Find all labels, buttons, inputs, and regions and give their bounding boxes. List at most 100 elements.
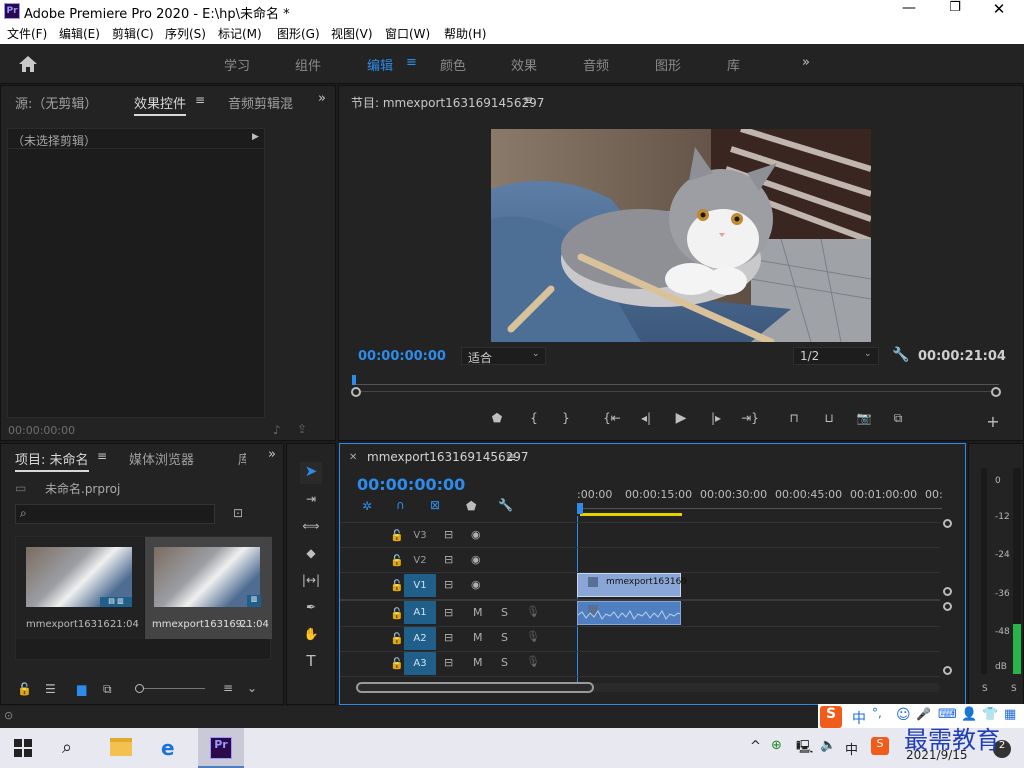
workspace-libraries[interactable]: 库: [727, 55, 740, 74]
menu-graphics[interactable]: 图形(G): [277, 25, 320, 42]
edge-browser-icon[interactable]: e: [161, 736, 175, 760]
panel-menu-icon[interactable]: ≡: [523, 93, 533, 107]
track-scroll-handle[interactable]: [943, 519, 952, 528]
menu-clip[interactable]: 剪辑(C): [112, 25, 154, 42]
program-scrubber[interactable]: [352, 375, 999, 385]
play-icon[interactable]: ▶: [670, 407, 692, 429]
program-timecode[interactable]: 00:00:00:00: [358, 349, 446, 364]
project-item-selected[interactable]: ▥ mmexport163169… 21:04: [145, 537, 272, 639]
track-select-tool-icon[interactable]: ⇥: [300, 488, 322, 510]
resolution-dropdown[interactable]: 1/2 ⌄: [793, 347, 879, 365]
eye-icon[interactable]: ◉: [471, 528, 481, 541]
pen-tool-icon[interactable]: ✒: [300, 596, 322, 618]
workspace-assembly[interactable]: 组件: [295, 55, 321, 74]
tab-menu-icon[interactable]: ≡: [97, 449, 107, 463]
export-icon[interactable]: ⇪: [297, 422, 307, 436]
lock-icon[interactable]: 🔓: [390, 579, 404, 592]
mark-out-icon[interactable]: }: [555, 407, 577, 429]
list-view-icon[interactable]: ☰: [45, 682, 56, 696]
restore-button[interactable]: ❐: [940, 0, 970, 22]
zoom-handle-right[interactable]: [991, 387, 1001, 397]
ime-voice[interactable]: 🎤: [916, 707, 931, 721]
home-icon[interactable]: [18, 55, 38, 73]
lock-icon[interactable]: 🔓: [17, 682, 32, 696]
workspace-learn[interactable]: 学习: [224, 55, 250, 74]
tab-project[interactable]: 项目: 未命名: [15, 449, 89, 472]
premiere-taskbar-button[interactable]: Pr: [198, 728, 244, 768]
lift-icon[interactable]: ⊓: [783, 407, 805, 429]
tab-media-browser[interactable]: 媒体浏览器: [129, 449, 194, 468]
add-marker-icon[interactable]: ⬟: [466, 499, 476, 513]
lock-icon[interactable]: 🔓: [390, 554, 404, 567]
file-explorer-icon[interactable]: [110, 738, 132, 756]
add-button-icon[interactable]: +: [982, 410, 1004, 432]
freeform-view-icon[interactable]: ⧉: [103, 682, 112, 697]
razor-tool-icon[interactable]: ◆: [300, 542, 322, 564]
track-a3[interactable]: A3: [404, 652, 436, 675]
workspace-editing[interactable]: 编辑: [367, 55, 393, 74]
microphone-icon[interactable]: 🎙: [526, 655, 540, 668]
workspace-more-button[interactable]: »: [802, 55, 810, 70]
solo-button[interactable]: S: [501, 606, 508, 619]
chevron-down-icon[interactable]: ⌄: [247, 681, 257, 695]
comparison-view-icon[interactable]: ⧉: [887, 407, 909, 429]
tray-green-icon[interactable]: ⊕: [771, 738, 782, 753]
mute-button[interactable]: M: [473, 606, 483, 619]
slip-tool-icon[interactable]: |↔|: [300, 569, 322, 591]
timeline-settings-icon[interactable]: 🔧: [498, 498, 513, 512]
audio-clip[interactable]: [577, 601, 681, 625]
tab-menu-icon[interactable]: ≡: [195, 93, 205, 107]
track-v1[interactable]: V1: [404, 574, 436, 597]
sync-lock-icon[interactable]: ⊟: [444, 528, 453, 541]
expand-arrow-icon[interactable]: ▶: [252, 132, 259, 142]
solo-button[interactable]: S: [501, 631, 508, 644]
workspace-graphics[interactable]: 图形: [655, 55, 681, 74]
sync-lock-icon[interactable]: ⊟: [444, 553, 453, 566]
mute-button[interactable]: M: [473, 631, 483, 644]
windows-start-icon[interactable]: [14, 739, 32, 757]
track-a1[interactable]: A1: [404, 601, 436, 624]
sync-lock-icon[interactable]: ⊟: [444, 656, 453, 669]
menu-sequence[interactable]: 序列(S): [165, 25, 206, 42]
step-forward-icon[interactable]: |▸: [705, 407, 727, 429]
playhead-marker[interactable]: [352, 375, 356, 385]
timeline-horizontal-scrollbar[interactable]: [356, 682, 940, 693]
microphone-icon[interactable]: 🎙: [526, 605, 540, 618]
workspace-menu-icon[interactable]: ≡: [406, 55, 417, 70]
microphone-icon[interactable]: 🎙: [526, 630, 540, 643]
nest-toggle-icon[interactable]: ✲: [362, 499, 372, 513]
wrench-icon[interactable]: 🔧: [892, 347, 909, 363]
zoom-handle-left[interactable]: [351, 387, 361, 397]
step-back-icon[interactable]: ◂|: [635, 407, 657, 429]
tab-menu-icon[interactable]: ≡: [506, 450, 516, 464]
ime-mode[interactable]: 中: [852, 708, 866, 728]
ime-punct[interactable]: °,: [872, 706, 882, 720]
new-bin-search-icon[interactable]: ⊡: [233, 506, 243, 520]
fit-dropdown[interactable]: 适合 ⌄: [461, 347, 546, 365]
time-ruler[interactable]: :00:00 00:00:15:00 00:00:30:00 00:00:45:…: [577, 488, 942, 516]
icon-view-icon[interactable]: ▆: [77, 682, 86, 696]
workspace-color[interactable]: 颜色: [440, 55, 466, 74]
tab-source[interactable]: 源:（无剪辑）: [15, 93, 97, 112]
track-scroll-handle[interactable]: [943, 587, 952, 596]
workspace-effects[interactable]: 效果: [511, 55, 537, 74]
zoom-bar[interactable]: [351, 387, 1001, 397]
ime-indicator[interactable]: 中: [845, 739, 858, 758]
lock-icon[interactable]: 🔓: [390, 529, 404, 542]
close-sequence-icon[interactable]: ✕: [349, 452, 357, 463]
track-v2[interactable]: V2: [404, 549, 436, 572]
solo-right-button[interactable]: S: [1011, 684, 1017, 694]
work-area-bar[interactable]: [580, 513, 682, 516]
lock-icon[interactable]: 🔓: [390, 657, 404, 670]
project-search-input[interactable]: ⌕: [15, 504, 215, 524]
lock-icon[interactable]: 🔓: [390, 632, 404, 645]
volume-icon[interactable]: 🔈: [820, 738, 836, 753]
menu-edit[interactable]: 编辑(E): [59, 25, 100, 42]
audio-filter-icon[interactable]: ♪: [273, 423, 281, 437]
menu-file[interactable]: 文件(F): [7, 25, 47, 42]
sogou-tray-icon[interactable]: S: [871, 737, 889, 755]
project-item[interactable]: ▤ ▥ mmexport16316… 21:04: [16, 537, 144, 639]
solo-left-button[interactable]: S: [982, 684, 988, 694]
go-to-out-icon[interactable]: ⇥}: [739, 407, 761, 429]
linked-selection-icon[interactable]: ⊠: [430, 498, 440, 512]
